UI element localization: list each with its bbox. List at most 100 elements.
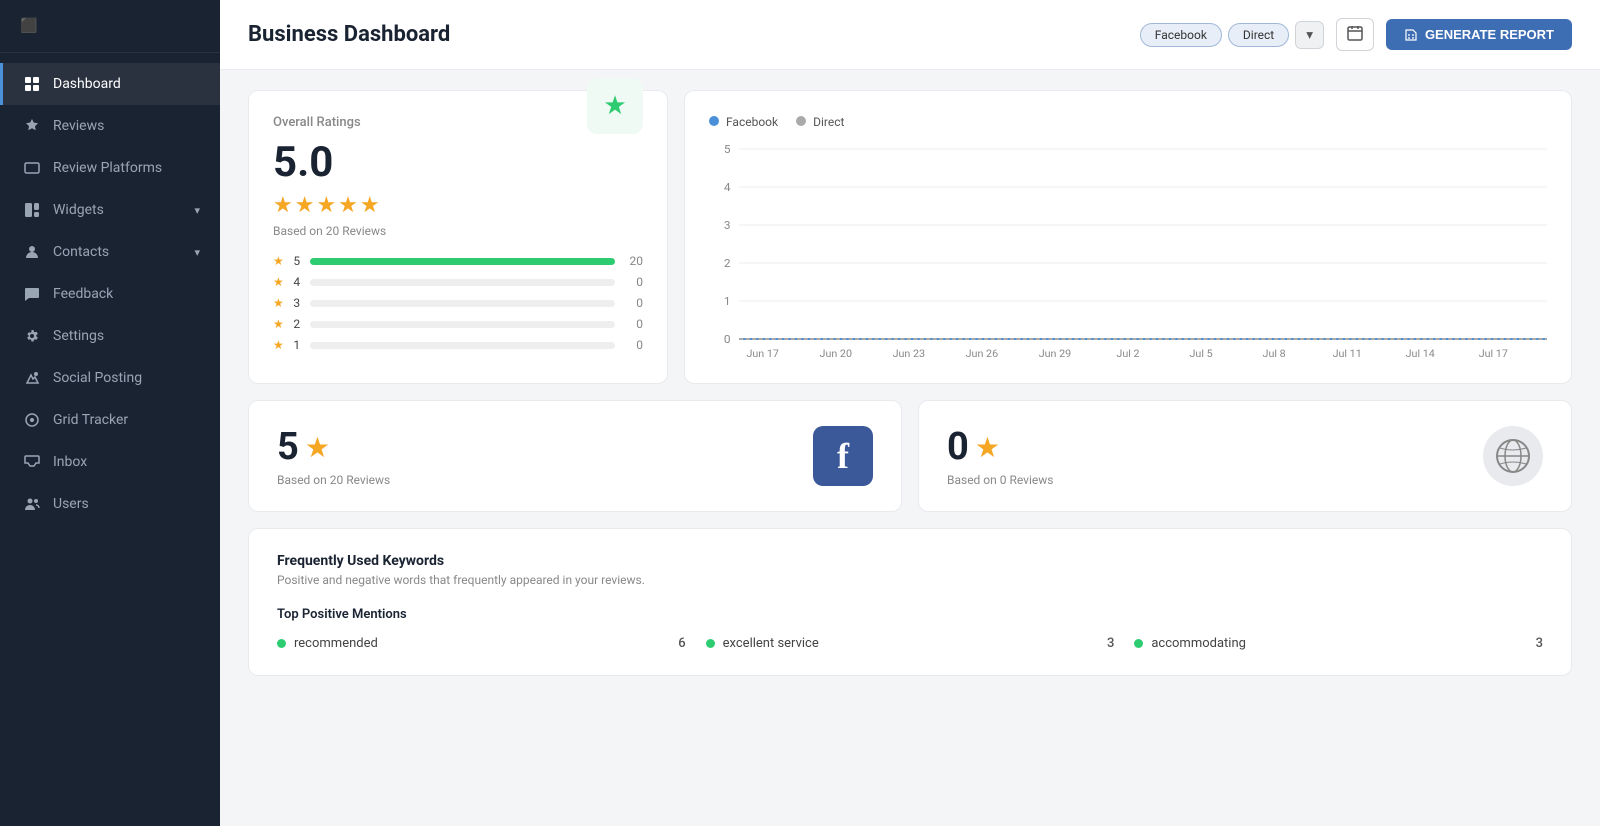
rating-bar-5: ★ 5 20 <box>273 254 643 268</box>
sidebar-item-label: Dashboard <box>53 76 121 92</box>
facebook-score: 5 <box>277 425 299 469</box>
users-icon <box>23 495 41 513</box>
direct-legend: Direct <box>796 115 844 129</box>
bar-background <box>310 279 615 286</box>
svg-text:Jun 29: Jun 29 <box>1039 347 1072 359</box>
sidebar-item-label: Reviews <box>53 118 104 134</box>
svg-text:Jul 5: Jul 5 <box>1189 347 1212 359</box>
direct-legend-dot <box>796 116 806 126</box>
sidebar-item-users[interactable]: Users <box>0 483 220 525</box>
star-display: ★★★★★ <box>273 193 643 218</box>
bar-background <box>310 300 615 307</box>
sidebar-item-feedback[interactable]: Feedback <box>0 273 220 315</box>
facebook-legend-dot <box>709 116 719 126</box>
bar-fill <box>310 258 615 265</box>
star-icon-box: ★ <box>587 78 643 134</box>
platform-score-section: 5 ★ Based on 20 Reviews <box>277 425 390 487</box>
sidebar-item-dashboard[interactable]: Dashboard <box>0 63 220 105</box>
filter-chips: Facebook Direct ▾ <box>1140 21 1324 49</box>
mentions-grid: recommended 6 excellent service 3 accomm… <box>277 636 1543 651</box>
direct-platform-card: 0 ★ Based on 0 Reviews <box>918 400 1572 512</box>
svg-text:5: 5 <box>724 142 731 155</box>
sidebar-item-label: Review Platforms <box>53 160 162 176</box>
sidebar-item-label: Settings <box>53 328 104 344</box>
sidebar-item-review-platforms[interactable]: Review Platforms <box>0 147 220 189</box>
facebook-star: ★ <box>305 431 330 464</box>
mention-dot <box>706 639 715 648</box>
sidebar-item-social-posting[interactable]: Social Posting <box>0 357 220 399</box>
facebook-based-on: Based on 20 Reviews <box>277 473 390 487</box>
svg-text:Jul 8: Jul 8 <box>1263 347 1286 359</box>
sidebar-nav: Dashboard Reviews Review Platforms Widge… <box>0 53 220 535</box>
reviews-icon <box>23 117 41 135</box>
chart-area: 5 4 3 2 1 0 Jun 17 <box>709 139 1547 359</box>
bar-background <box>310 342 615 349</box>
svg-text:Jul 11: Jul 11 <box>1333 347 1362 359</box>
review-platforms-icon <box>23 159 41 177</box>
direct-star: ★ <box>975 431 1000 464</box>
sidebar-item-reviews[interactable]: Reviews <box>0 105 220 147</box>
facebook-icon: f <box>813 426 873 486</box>
sidebar: ⬛ Dashboard Reviews Review Platforms Wid… <box>0 0 220 826</box>
sidebar-item-label: Users <box>53 496 89 512</box>
mention-count: 3 <box>1536 636 1543 651</box>
generate-report-button[interactable]: GENERATE REPORT <box>1386 19 1572 50</box>
social-posting-icon <box>23 369 41 387</box>
platform-score-row: 0 ★ <box>947 425 1053 469</box>
row-platforms: 5 ★ Based on 20 Reviews f 0 ★ Based on 0… <box>248 400 1572 512</box>
settings-icon <box>23 327 41 345</box>
sidebar-item-widgets[interactable]: Widgets ▾ <box>0 189 220 231</box>
facebook-platform-card: 5 ★ Based on 20 Reviews f <box>248 400 902 512</box>
platform-score-row: 5 ★ <box>277 425 390 469</box>
calendar-button[interactable] <box>1336 18 1374 51</box>
mention-item: excellent service 3 <box>706 636 1115 651</box>
star-icon: ★ <box>273 296 284 310</box>
svg-text:Jul 2: Jul 2 <box>1116 347 1139 359</box>
rating-bar-1: ★ 1 0 <box>273 338 643 352</box>
mention-label: excellent service <box>706 636 819 651</box>
direct-filter-chip[interactable]: Direct <box>1228 23 1289 47</box>
star-icon: ★ <box>273 338 284 352</box>
chevron-down-icon: ▾ <box>194 204 200 217</box>
svg-text:Jul 14: Jul 14 <box>1406 347 1435 359</box>
ratings-chart-card: Facebook Direct 5 4 3 2 1 0 <box>684 90 1572 384</box>
svg-text:3: 3 <box>724 218 731 231</box>
sidebar-item-grid-tracker[interactable]: Grid Tracker <box>0 399 220 441</box>
mention-item: accommodating 3 <box>1134 636 1543 651</box>
svg-text:4: 4 <box>724 180 731 193</box>
page-header: Business Dashboard Facebook Direct ▾ GEN… <box>220 0 1600 70</box>
bar-background <box>310 321 615 328</box>
reviews-count: Based on 20 Reviews <box>273 224 643 238</box>
direct-based-on: Based on 0 Reviews <box>947 473 1053 487</box>
facebook-filter-chip[interactable]: Facebook <box>1140 23 1222 47</box>
mention-dot <box>1134 639 1143 648</box>
page-title: Business Dashboard <box>248 22 1128 47</box>
svg-text:Jun 17: Jun 17 <box>746 347 779 359</box>
inbox-icon <box>23 453 41 471</box>
overall-ratings-card: Overall Ratings ★ 5.0 ★★★★★ Based on 20 … <box>248 90 668 384</box>
facebook-legend: Facebook <box>709 115 778 129</box>
sidebar-item-settings[interactable]: Settings <box>0 315 220 357</box>
sidebar-item-contacts[interactable]: Contacts ▾ <box>0 231 220 273</box>
mention-label: accommodating <box>1134 636 1246 651</box>
filters-expand-button[interactable]: ▾ <box>1295 21 1324 49</box>
positive-mentions-title: Top Positive Mentions <box>277 607 1543 622</box>
sidebar-item-inbox[interactable]: Inbox <box>0 441 220 483</box>
svg-text:Jun 26: Jun 26 <box>966 347 999 359</box>
svg-text:2: 2 <box>724 256 731 269</box>
star-icon: ★ <box>273 254 284 268</box>
sidebar-item-label: Contacts <box>53 244 109 260</box>
overall-score: 5.0 <box>273 138 643 187</box>
widgets-icon <box>23 201 41 219</box>
main-content: Business Dashboard Facebook Direct ▾ GEN… <box>220 0 1600 826</box>
svg-text:Jul 17: Jul 17 <box>1479 347 1508 359</box>
rating-bars: ★ 5 20 ★ 4 0 <box>273 254 643 352</box>
line-chart-svg: 5 4 3 2 1 0 Jun 17 <box>709 139 1547 359</box>
sidebar-item-label: Widgets <box>53 202 104 218</box>
keywords-title: Frequently Used Keywords <box>277 553 1543 569</box>
sidebar-item-label: Grid Tracker <box>53 412 128 428</box>
keywords-card: Frequently Used Keywords Positive and ne… <box>248 528 1572 676</box>
sidebar-logo: ⬛ <box>0 0 220 53</box>
chevron-down-icon: ▾ <box>194 246 200 259</box>
sidebar-item-label: Social Posting <box>53 370 142 386</box>
